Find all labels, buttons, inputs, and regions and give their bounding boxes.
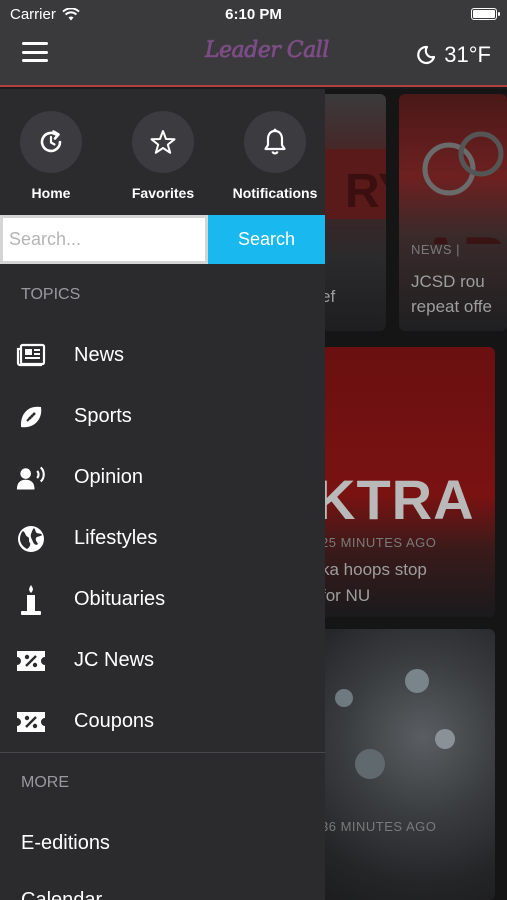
article-card[interactable]: AR NEWS | JCSD rou repeat offe: [399, 94, 507, 331]
section-divider: [0, 752, 325, 753]
bell-icon: [264, 128, 286, 155]
newspaper-icon: [16, 341, 46, 371]
topic-item-news[interactable]: News: [0, 325, 325, 386]
quick-link-favorites[interactable]: Favorites: [108, 111, 218, 201]
quick-links: Home Favorites Notifications: [0, 89, 325, 215]
star-icon: [150, 130, 176, 154]
candle-icon: [16, 584, 46, 615]
temperature: 31°F: [444, 42, 491, 67]
more-item-e-editions[interactable]: E-editions: [21, 832, 110, 855]
topic-label: Opinion: [74, 466, 143, 488]
nav-bar: Leader Call 31°F: [0, 28, 507, 87]
topic-label: Lifestyles: [74, 527, 158, 549]
article-banner-text: KTRA: [325, 468, 475, 531]
menu-icon[interactable]: [22, 42, 48, 62]
article-title-line2: repeat offe: [411, 297, 492, 316]
topic-item-obituaries[interactable]: Obituaries: [0, 569, 325, 630]
article-title: ka hoops stop: [325, 560, 427, 579]
more-item-calendar[interactable]: Calendar: [21, 889, 102, 900]
topic-label: Obituaries: [74, 588, 166, 610]
handcuffs-image: AR: [419, 131, 506, 244]
home-button[interactable]: [20, 111, 82, 173]
topic-label: Coupons: [74, 710, 155, 732]
search-button[interactable]: Search: [208, 215, 325, 264]
battery-icon: [471, 8, 500, 20]
quick-link-home[interactable]: Home: [0, 111, 106, 201]
topic-label: JC News: [74, 649, 155, 671]
side-drawer: Home Favorites Notifications Search... S…: [0, 89, 325, 900]
topic-item-sports[interactable]: Sports: [0, 386, 325, 447]
more-heading: MORE: [21, 774, 69, 791]
article-card[interactable]: 36 MINUTES AGO: [325, 629, 495, 900]
search-bar: Search: [0, 215, 325, 264]
quick-link-notifications[interactable]: Notifications: [220, 111, 330, 201]
topic-label: News: [74, 344, 125, 366]
refresh-clock-icon: [40, 130, 62, 153]
article-title: ef: [325, 287, 336, 306]
weather-widget[interactable]: 31°F: [416, 42, 491, 68]
wifi-icon: [62, 7, 80, 20]
article-feed: RY ef AR NEWS | JCSD rou repeat offe KTR…: [325, 89, 507, 900]
search-input[interactable]: [0, 215, 208, 264]
quick-link-label: Home: [31, 185, 71, 201]
topic-item-coupons[interactable]: Coupons: [0, 691, 325, 752]
topic-item-lifestyles[interactable]: Lifestyles: [0, 508, 325, 569]
app-logo[interactable]: Leader Call: [205, 38, 329, 63]
article-time: 25 MINUTES AGO: [325, 535, 437, 550]
status-bar: Carrier 6:10 PM: [0, 0, 507, 28]
quick-link-label: Favorites: [131, 185, 195, 201]
article-category: NEWS |: [411, 242, 460, 257]
globe-icon: [16, 524, 46, 554]
favorites-button[interactable]: [132, 111, 194, 173]
quick-link-label: Notifications: [232, 185, 318, 201]
article-card[interactable]: RY ef: [325, 94, 386, 331]
moon-icon: [417, 45, 436, 65]
article-title: JCSD rou: [411, 272, 485, 291]
topic-label: Sports: [74, 405, 132, 427]
coupon-icon: [16, 707, 46, 737]
coupon-icon: [16, 646, 46, 676]
carrier-info: Carrier: [10, 6, 80, 23]
article-time: 36 MINUTES AGO: [325, 819, 437, 834]
topic-item-jc-news[interactable]: JC News: [0, 630, 325, 691]
topics-heading: TOPICS: [21, 286, 81, 303]
notifications-button[interactable]: [244, 111, 306, 173]
speaking-person-icon: [16, 463, 46, 493]
article-title-line2: for NU: [325, 586, 371, 605]
topic-item-opinion[interactable]: Opinion: [0, 447, 325, 508]
football-icon: [16, 402, 46, 432]
carrier-label: Carrier: [10, 5, 56, 23]
article-card[interactable]: KTRA 25 MINUTES AGO ka hoops stop for NU: [325, 347, 495, 617]
